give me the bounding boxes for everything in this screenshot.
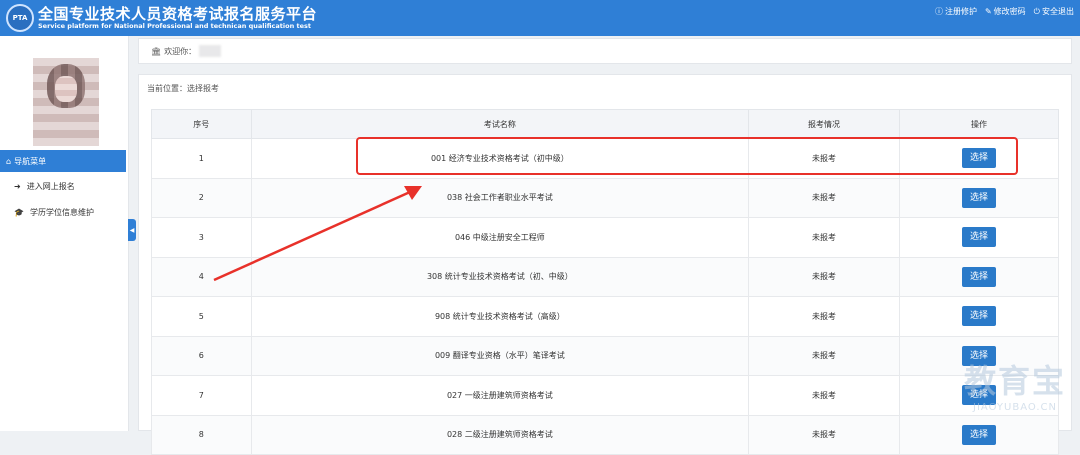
row-exam-name: 908 统计专业技术资格考试（高级） [250, 296, 750, 337]
row-exam-name: 001 经济专业技术资格考试（初中级） [250, 138, 750, 179]
select-button[interactable]: 选择 [961, 187, 996, 208]
table-row: 2 038 社会工作者职业水平考试 未报考 选择 [151, 177, 1060, 218]
home-icon: ⌂ [6, 156, 12, 166]
table-row: 1 001 经济专业技术资格考试（初中级） 未报考 选择 [151, 138, 1060, 179]
sidebar-item-education-info[interactable]: 🎓 学历学位信息维护 [0, 202, 126, 222]
header-actions: ⓘ 注册修护 ✎ 修改密码 ⏻ 安全退出 [935, 6, 1074, 17]
logout-link[interactable]: ⏻ 安全退出 [1034, 6, 1074, 17]
row-exam-name: 009 翻译专业资格（水平）笔译考试 [250, 335, 750, 376]
change-password-link[interactable]: ✎ 修改密码 [985, 6, 1026, 17]
change-password-label: 修改密码 [993, 7, 1026, 16]
row-no: 2 [151, 177, 252, 218]
register-maintain-label: 注册修护 [944, 7, 977, 16]
table-header-row: 序号 考试名称 报考情况 操作 [151, 109, 1060, 139]
header-status: 报考情况 [748, 109, 900, 139]
select-button[interactable]: 选择 [961, 385, 996, 406]
row-status: 未报考 [748, 217, 900, 258]
row-status: 未报考 [748, 296, 900, 337]
row-status: 未报考 [748, 375, 900, 416]
table-row: 6 009 翻译专业资格（水平）笔译考试 未报考 选择 [151, 335, 1060, 376]
header-no: 序号 [151, 109, 252, 139]
edit-icon: ✎ [984, 7, 992, 16]
sign-in-icon: ➜ [14, 181, 21, 191]
row-status: 未报考 [748, 335, 900, 376]
row-exam-name: 028 二级注册建筑师资格考试 [250, 414, 750, 455]
table-row: 5 908 统计专业技术资格考试（高级） 未报考 选择 [151, 296, 1060, 337]
sidebar-item-label: 进入网上报名 [26, 181, 75, 191]
exam-table: 序号 考试名称 报考情况 操作 1 001 经济专业技术资格考试（初中级） 未报… [151, 109, 1060, 455]
row-no: 7 [151, 375, 252, 416]
welcome-bar: 🏛 欢迎你： [138, 38, 1072, 64]
logo-text: PTA [12, 14, 28, 22]
row-exam-name: 308 统计专业技术资格考试（初、中级） [250, 256, 750, 297]
row-status: 未报考 [748, 256, 900, 297]
row-no: 5 [151, 296, 252, 337]
power-icon: ⏻ [1033, 6, 1040, 16]
sidebar-collapse-toggle[interactable]: ◀ [128, 219, 136, 241]
sidebar-item-label: 学历学位信息维护 [29, 207, 94, 217]
table-row: 8 028 二级注册建筑师资格考试 未报考 选择 [151, 414, 1060, 455]
bank-icon: 🏛 [151, 46, 162, 56]
row-status: 未报考 [748, 138, 900, 179]
row-no: 4 [151, 256, 252, 297]
platform-subtitle: Service platform for National Profession… [38, 22, 311, 30]
select-button[interactable]: 选择 [961, 266, 996, 287]
row-status: 未报考 [748, 414, 900, 455]
chevron-left-icon: ◀ [129, 226, 135, 234]
main-panel: 当前位置：选择报考 序号 考试名称 报考情况 操作 1 001 经济专业技术资格… [138, 74, 1072, 455]
sidebar: ⌂ 导航菜单 ➜ 进入网上报名 🎓 学历学位信息维护 [0, 36, 129, 431]
select-button[interactable]: 选择 [961, 227, 996, 248]
top-header: PTA 全国专业技术人员资格考试报名服务平台 Service platform … [0, 0, 1080, 36]
nav-menu-label: 导航菜单 [14, 156, 47, 166]
user-name-blurred [199, 45, 222, 57]
row-exam-name: 046 中级注册安全工程师 [250, 217, 750, 258]
row-no: 8 [151, 414, 252, 455]
table-row: 7 027 一级注册建筑师资格考试 未报考 选择 [151, 375, 1060, 416]
row-exam-name: 027 一级注册建筑师资格考试 [250, 375, 750, 416]
row-status: 未报考 [748, 177, 900, 218]
row-exam-name: 038 社会工作者职业水平考试 [250, 177, 750, 218]
select-button[interactable]: 选择 [961, 148, 996, 169]
select-button[interactable]: 选择 [961, 345, 996, 366]
platform-title: 全国专业技术人员资格考试报名服务平台 [38, 5, 318, 23]
breadcrumb: 当前位置：选择报考 [147, 84, 219, 93]
row-no: 3 [151, 217, 252, 258]
platform-logo: PTA [6, 4, 34, 32]
header-operation: 操作 [898, 109, 1060, 139]
register-maintain-link[interactable]: ⓘ 注册修护 [935, 6, 977, 17]
select-button[interactable]: 选择 [961, 424, 996, 445]
row-no: 1 [151, 138, 252, 179]
graduation-cap-icon: 🎓 [14, 207, 24, 217]
select-button[interactable]: 选择 [961, 306, 996, 327]
table-row: 4 308 统计专业技术资格考试（初、中级） 未报考 选择 [151, 256, 1060, 297]
header-exam-name: 考试名称 [250, 109, 750, 139]
nav-menu-header: ⌂ 导航菜单 [0, 150, 126, 172]
row-no: 6 [151, 335, 252, 376]
logout-label: 安全退出 [1042, 7, 1074, 16]
user-avatar [33, 58, 99, 146]
sidebar-item-online-registration[interactable]: ➜ 进入网上报名 [0, 176, 126, 196]
welcome-label: 欢迎你： [164, 46, 197, 56]
table-row: 3 046 中级注册安全工程师 未报考 选择 [151, 217, 1060, 258]
info-icon: ⓘ [934, 7, 943, 16]
